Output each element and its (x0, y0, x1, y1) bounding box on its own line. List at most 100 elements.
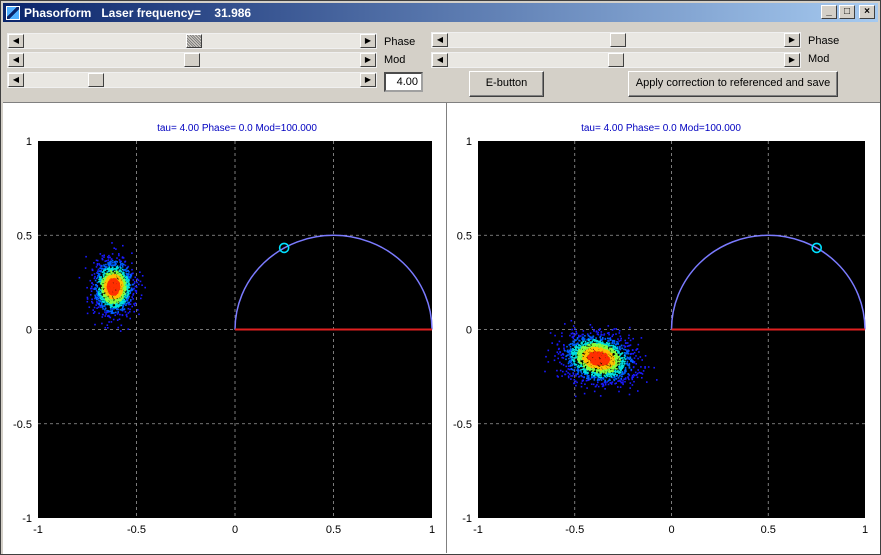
phasor-point (615, 333, 617, 335)
maximize-button[interactable]: □ (839, 5, 855, 19)
phasor-point (611, 381, 614, 383)
left-tau-thumb[interactable] (88, 73, 104, 87)
y-tick-label: -1 (22, 513, 32, 525)
phasor-point (564, 323, 566, 325)
phasor-point (615, 382, 617, 384)
phasor-point (116, 261, 118, 263)
phasor-point (624, 358, 627, 360)
plot-title: tau= 4.00 Phase= 0.0 Mod=100.000 (157, 123, 317, 134)
phasor-point (571, 363, 574, 366)
phasor-point (629, 359, 632, 362)
phasor-point (125, 276, 128, 279)
phasor-point (588, 350, 591, 352)
phasor-point (107, 310, 110, 312)
left-phase-thumb[interactable] (186, 34, 202, 48)
phasor-point (595, 337, 597, 339)
phasor-point (86, 298, 89, 300)
phasor-point (558, 347, 560, 350)
phasor-point (86, 286, 88, 289)
phasor-point (99, 306, 102, 308)
phasor-point (124, 276, 126, 279)
left-mod-thumb[interactable] (184, 53, 200, 67)
left-tau-scrollbar[interactable]: ◀ ▶ (7, 72, 377, 88)
right-phase-thumb[interactable] (610, 33, 626, 47)
phasor-point (617, 351, 619, 354)
phasor-point (134, 289, 137, 292)
phasor-point (567, 354, 569, 356)
phasor-point (564, 350, 566, 352)
right-arrow-icon[interactable]: ▶ (784, 53, 800, 67)
phasor-point (599, 356, 602, 359)
phasor-point (589, 378, 592, 380)
phasor-point (575, 384, 577, 387)
phasor-point (580, 382, 583, 385)
right-mod-thumb[interactable] (608, 53, 624, 67)
phasor-point (129, 317, 131, 320)
phasor-point (637, 369, 639, 371)
phasor-point (562, 370, 564, 373)
phasor-point (134, 285, 137, 288)
left-arrow-icon[interactable]: ◀ (432, 33, 448, 47)
left-phase-label: Phase (384, 36, 416, 48)
right-arrow-icon[interactable]: ▶ (360, 53, 376, 67)
phasor-point (603, 334, 605, 336)
apply-correction-button[interactable]: Apply correction to referenced and save (628, 71, 838, 97)
phasor-point (567, 372, 569, 374)
phasor-point (581, 372, 583, 375)
phasor-point (591, 373, 593, 376)
right-phase-scrollbar[interactable]: ◀ ▶ (431, 32, 801, 48)
phasor-point (623, 354, 626, 357)
phasor-point (569, 343, 572, 345)
phasor-point (620, 375, 623, 378)
phasor-point (629, 382, 632, 384)
left-arrow-icon[interactable]: ◀ (8, 53, 24, 67)
right-arrow-icon[interactable]: ▶ (360, 73, 376, 87)
phasor-point (121, 264, 124, 267)
left-arrow-icon[interactable]: ◀ (8, 34, 24, 48)
phasor-point (99, 253, 102, 255)
phasor-point (580, 374, 582, 377)
e-button[interactable]: E-button (469, 71, 544, 97)
phasor-point (590, 357, 593, 359)
phasor-point (90, 290, 93, 292)
phasor-point (94, 279, 97, 282)
y-tick-label: 0 (26, 325, 32, 337)
left-arrow-icon[interactable]: ◀ (8, 73, 24, 87)
phasor-point (597, 378, 599, 381)
phasor-point (620, 368, 622, 370)
phasor-point (624, 352, 626, 354)
right-mod-scrollbar[interactable]: ◀ ▶ (431, 52, 801, 68)
phasor-point (562, 354, 565, 356)
phasor-point (107, 259, 110, 261)
left-arrow-icon[interactable]: ◀ (432, 53, 448, 67)
y-tick-label: 0 (466, 325, 472, 337)
phasor-point (99, 292, 102, 294)
right-arrow-icon[interactable]: ▶ (784, 33, 800, 47)
phasor-point (578, 375, 581, 378)
left-phase-scrollbar[interactable]: ◀ ▶ (7, 33, 377, 49)
phasor-point (616, 374, 618, 376)
phasor-point (578, 339, 581, 342)
phasor-point (104, 315, 107, 317)
tau-input[interactable]: 4.00 (384, 72, 423, 92)
title-bar[interactable]: Phasorform Laser frequency= 31.986 _ □ × (3, 3, 878, 22)
phasor-point (127, 301, 129, 304)
close-button[interactable]: × (859, 5, 875, 19)
right-arrow-icon[interactable]: ▶ (360, 34, 376, 48)
phasor-point (131, 296, 133, 298)
phasor-point (101, 302, 103, 304)
phasor-point (127, 328, 129, 330)
phasor-point (594, 340, 596, 342)
phasor-point (611, 335, 613, 338)
phasor-point (646, 381, 648, 383)
phasor-point (563, 347, 565, 349)
phasor-point (596, 340, 598, 343)
phasor-point (104, 303, 107, 305)
minimize-button[interactable]: _ (821, 5, 837, 19)
phasor-point (551, 342, 553, 344)
left-mod-scrollbar[interactable]: ◀ ▶ (7, 52, 377, 68)
phasor-point (90, 287, 93, 290)
phasor-point (574, 395, 577, 398)
phasor-point (613, 328, 616, 330)
x-tick-label: -0.5 (127, 524, 146, 536)
